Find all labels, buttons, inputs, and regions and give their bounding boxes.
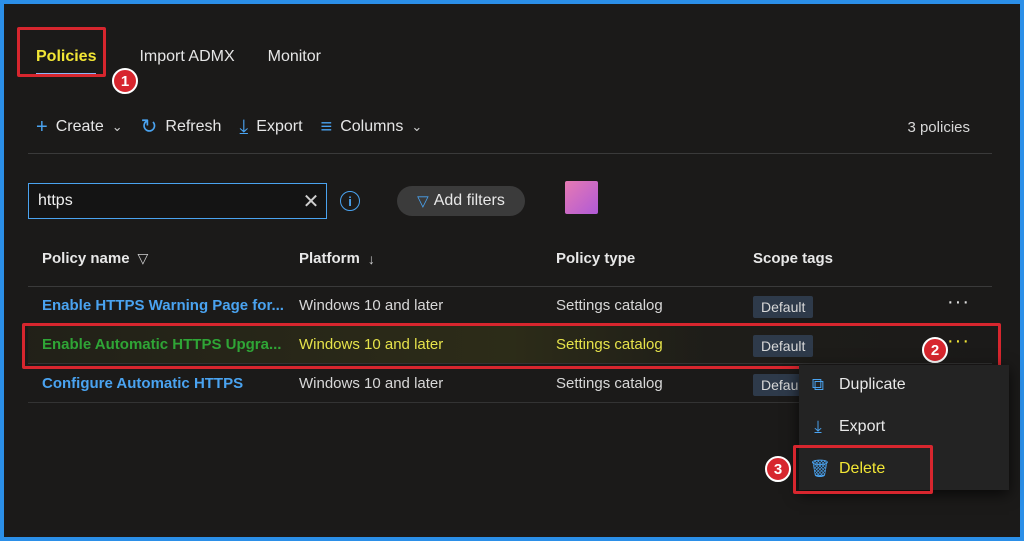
add-filters-label: Add filters	[433, 192, 505, 209]
column-header-label: Policy name	[42, 250, 130, 267]
policy-name-link[interactable]: Enable HTTPS Warning Page for...	[42, 297, 284, 314]
policy-type-cell: Settings catalog	[556, 375, 663, 392]
filter-icon: ▽	[137, 250, 149, 266]
search-box: ✕	[28, 183, 327, 219]
download-icon: ⤓	[239, 116, 249, 138]
refresh-icon: ↻	[140, 116, 158, 138]
annotation-box-delete	[793, 445, 933, 494]
scope-tag-badge: Default	[753, 296, 814, 318]
refresh-button[interactable]: ↻ Refresh	[141, 117, 222, 137]
column-header-policy-name[interactable]: Policy name ▽	[42, 250, 148, 267]
platform-cell: Windows 10 and later	[299, 375, 444, 392]
menu-item-export[interactable]: ⤓ Export	[809, 417, 885, 437]
column-header-label: Scope tags	[753, 250, 834, 267]
export-label: Export	[256, 118, 303, 135]
annotation-marker-3: 3	[765, 456, 791, 482]
policy-count: 3 policies	[907, 119, 970, 136]
plus-icon: +	[36, 116, 48, 138]
annotation-box-policies-tab	[17, 27, 106, 77]
toolbar: + Create ⌄ ↻ Refresh ⤓ Export ≡ Columns …	[36, 112, 440, 142]
columns-button[interactable]: ≡ Columns ⌄	[321, 117, 423, 137]
column-header-label: Policy type	[556, 250, 636, 267]
tab-monitor[interactable]: Monitor	[268, 48, 321, 66]
annotation-marker-2: 2	[922, 337, 948, 363]
create-label: Create	[55, 118, 104, 135]
toolbar-divider	[28, 153, 992, 154]
copy-icon: ⧉	[811, 375, 825, 394]
brand-logo	[565, 181, 598, 214]
column-header-label: Platform	[299, 250, 360, 267]
filter-icon: ▽	[417, 193, 429, 210]
download-icon: ⤓	[814, 417, 822, 436]
app-frame: Policies Import ADMX Monitor 1 + Create …	[0, 0, 1024, 541]
chevron-down-icon: ⌄	[111, 119, 123, 134]
column-header-scope-tags[interactable]: Scope tags	[753, 250, 833, 267]
search-input[interactable]	[29, 192, 296, 210]
platform-cell: Windows 10 and later	[299, 297, 444, 314]
more-options-icon[interactable]: ···	[947, 291, 970, 314]
menu-item-label: Export	[839, 418, 886, 435]
add-filters-button[interactable]: ▽ Add filters	[397, 186, 525, 216]
menu-item-duplicate[interactable]: ⧉ Duplicate	[809, 375, 906, 395]
sort-arrow-down-icon: ↓	[367, 250, 375, 267]
policy-name-link[interactable]: Configure Automatic HTTPS	[42, 375, 243, 392]
info-icon[interactable]: i	[340, 191, 360, 211]
annotation-box-row	[22, 323, 1001, 369]
clear-icon[interactable]: ✕	[296, 189, 326, 214]
tab-import-admx[interactable]: Import ADMX	[139, 48, 234, 66]
column-header-policy-type[interactable]: Policy type	[556, 250, 635, 267]
columns-label: Columns	[340, 118, 404, 135]
refresh-label: Refresh	[165, 118, 222, 135]
export-button[interactable]: ⤓ Export	[239, 117, 302, 137]
menu-item-label: Duplicate	[839, 376, 906, 393]
chevron-down-icon: ⌄	[411, 119, 423, 134]
policy-type-cell: Settings catalog	[556, 297, 663, 314]
column-header-platform[interactable]: Platform ↓	[299, 250, 375, 267]
create-button[interactable]: + Create ⌄	[36, 117, 123, 137]
columns-icon: ≡	[320, 116, 333, 138]
annotation-marker-1: 1	[112, 68, 138, 94]
table-row[interactable]: Enable HTTPS Warning Page for... Windows…	[28, 287, 992, 325]
